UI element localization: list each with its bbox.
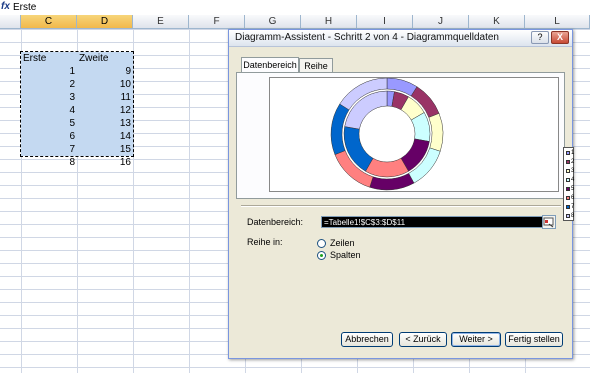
legend-swatch <box>566 178 570 182</box>
grid-line <box>189 29 190 373</box>
cell-c-value[interactable]: 1 <box>21 65 75 78</box>
column-header-row: C D E F G H I J K L <box>0 15 590 29</box>
dialog-title: Diagramm-Assistent - Schritt 2 von 4 - D… <box>235 32 499 43</box>
grid-line <box>133 29 134 373</box>
cell-d-value[interactable]: 11 <box>77 91 131 104</box>
legend-swatch <box>566 214 570 218</box>
range-label: Datenbereich: <box>247 217 304 227</box>
legend-swatch <box>566 205 570 209</box>
close-button[interactable]: X <box>551 31 569 44</box>
tab-reihe[interactable]: Reihe <box>299 58 333 73</box>
cell-c-value[interactable]: 7 <box>21 143 75 156</box>
donut-chart <box>330 78 444 191</box>
legend-item: 1 <box>565 149 579 157</box>
column-header-k[interactable]: K <box>469 15 525 28</box>
column-header-l[interactable]: L <box>525 15 590 28</box>
cell-c-value[interactable]: 3 <box>21 91 75 104</box>
cell-c-value[interactable]: 5 <box>21 117 75 130</box>
donut-inner-slice <box>365 157 409 178</box>
radio-columns-label[interactable]: Spalten <box>330 250 361 261</box>
legend-item: 6 <box>565 194 579 202</box>
cell-d-header[interactable]: Zweite <box>79 52 131 65</box>
formula-value[interactable]: Erste <box>13 1 36 14</box>
help-button[interactable]: ? <box>531 31 549 44</box>
legend-swatch <box>566 196 570 200</box>
legend-item: 2 <box>565 158 579 166</box>
column-header-e[interactable]: E <box>133 15 189 28</box>
chart-preview: 1 2 3 4 5 6 7 8 <box>269 77 574 221</box>
cell-c-header[interactable]: Erste <box>23 52 75 65</box>
radio-rows-label[interactable]: Zeilen <box>330 238 355 249</box>
back-button[interactable]: < Zurück <box>399 332 447 347</box>
cell-d-value[interactable]: 12 <box>77 104 131 117</box>
formula-bar[interactable]: fx Erste <box>0 0 590 16</box>
legend-swatch <box>566 151 570 155</box>
range-select-icon <box>543 217 554 228</box>
separator <box>241 205 561 207</box>
cell-c-value[interactable]: 8 <box>21 156 75 169</box>
cell-c-value[interactable]: 6 <box>21 130 75 143</box>
column-header-d[interactable]: D <box>77 15 133 28</box>
legend-swatch <box>566 187 570 191</box>
cell-c-value[interactable]: 4 <box>21 104 75 117</box>
legend-swatch <box>566 160 570 164</box>
cell-d-value[interactable]: 10 <box>77 78 131 91</box>
cell-d-value[interactable]: 15 <box>77 143 131 156</box>
legend-item: 3 <box>565 167 579 175</box>
cell-d-value[interactable]: 16 <box>77 156 131 169</box>
dialog-titlebar[interactable]: Diagramm-Assistent - Schritt 2 von 4 - D… <box>229 30 572 47</box>
collapse-dialog-button[interactable] <box>542 215 556 229</box>
chart-wizard-dialog: Diagramm-Assistent - Schritt 2 von 4 - D… <box>228 29 574 359</box>
column-header-i[interactable]: I <box>357 15 413 28</box>
legend-swatch <box>566 169 570 173</box>
chart-legend: 1 2 3 4 5 6 7 8 <box>563 147 574 221</box>
column-header-j[interactable]: J <box>413 15 469 28</box>
corner-cell[interactable] <box>0 15 21 28</box>
column-header-c[interactable]: C <box>21 15 77 28</box>
tab-datenbereich[interactable]: Datenbereich <box>241 57 299 73</box>
finish-button[interactable]: Fertig stellen <box>505 332 563 347</box>
legend-item: 8 <box>565 212 579 220</box>
cancel-button[interactable]: Abbrechen <box>341 332 393 347</box>
column-header-h[interactable]: H <box>301 15 357 28</box>
cell-d-value[interactable]: 14 <box>77 130 131 143</box>
legend-item: 4 <box>565 176 579 184</box>
cell-c-value[interactable]: 2 <box>21 78 75 91</box>
donut-outer-slice <box>428 113 444 152</box>
fx-icon: fx <box>1 1 10 12</box>
legend-item: 7 <box>565 203 579 211</box>
column-header-f[interactable]: F <box>189 15 245 28</box>
series-in-label: Reihe in: <box>247 237 283 247</box>
column-header-g[interactable]: G <box>245 15 301 28</box>
legend-item: 5 <box>565 185 579 193</box>
radio-rows[interactable] <box>317 239 326 248</box>
radio-columns[interactable] <box>317 251 326 260</box>
range-input[interactable]: =Tabelle1!$C$3:$D$11 <box>321 216 556 228</box>
cell-d-value[interactable]: 13 <box>77 117 131 130</box>
cell-d-value[interactable]: 9 <box>77 65 131 78</box>
next-button[interactable]: Weiter > <box>451 332 501 347</box>
